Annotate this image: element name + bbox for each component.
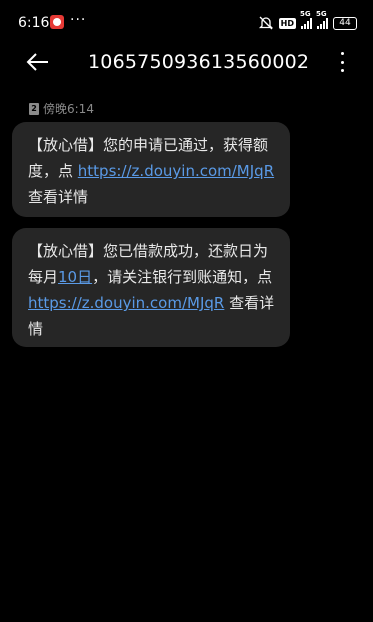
mute-bell-icon — [258, 15, 274, 31]
message-text: 查看详情 — [28, 188, 89, 206]
signal-2-icon: 5G — [316, 10, 328, 29]
sender-number-title: 106575093613560002 — [88, 51, 310, 73]
message-meta: 2 傍晚6:14 — [29, 100, 94, 117]
message-link[interactable]: https://z.douyin.com/MJqR — [78, 162, 274, 180]
message-timestamp: 傍晚6:14 — [43, 102, 94, 116]
signal-1-icon: 5G — [300, 10, 312, 29]
status-icons: HD 5G 5G 44 — [258, 10, 357, 32]
message-text: ，请关注银行到账通知，点 — [92, 268, 273, 286]
sim-card-icon: 2 — [29, 102, 39, 115]
back-arrow-icon[interactable] — [26, 50, 50, 74]
more-notifications-icon: ··· — [70, 12, 87, 28]
status-bar: 6:16 ··· HD 5G 5G 44 — [0, 0, 373, 44]
status-time: 6:16 — [18, 15, 50, 31]
conversation-header: 106575093613560002 — [0, 40, 373, 84]
network-type-label: 5G — [300, 10, 311, 18]
date-link[interactable]: 10日 — [58, 268, 92, 286]
message-bubble[interactable]: 【放心借】您的申请已通过，获得额度，点 https://z.douyin.com… — [12, 122, 290, 217]
app-notification-icon — [50, 15, 64, 29]
network-type-label: 5G — [316, 10, 327, 18]
message-link[interactable]: https://z.douyin.com/MJqR — [28, 294, 224, 312]
more-options-icon[interactable] — [341, 52, 345, 72]
message-bubble[interactable]: 【放心借】您已借款成功，还款日为每月10日，请关注银行到账通知，点 https:… — [12, 228, 290, 347]
battery-icon: 44 — [333, 16, 357, 30]
hd-voice-icon: HD — [278, 17, 296, 29]
